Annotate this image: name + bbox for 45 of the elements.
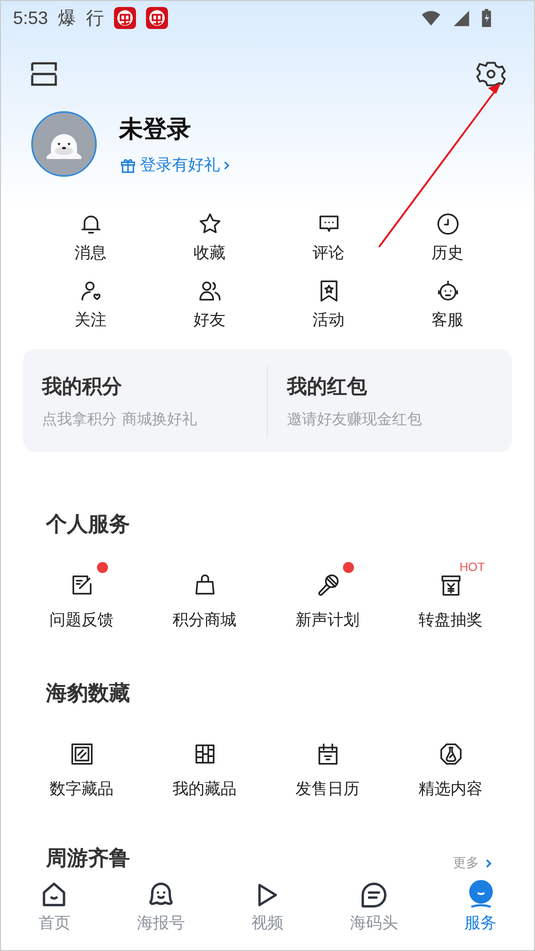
gift-icon [119, 156, 137, 174]
card-subtitle: 邀请好友赚现金红包 [287, 410, 423, 428]
quick-action[interactable]: 活动 [269, 278, 388, 331]
quick-action[interactable]: 历史 [388, 211, 507, 264]
clock-icon [434, 211, 460, 237]
scan-icon[interactable] [29, 59, 59, 89]
hot-label: HOT [460, 560, 485, 574]
notification-glyph: 行 [86, 7, 104, 30]
quick-action[interactable]: 收藏 [150, 211, 269, 264]
service-item[interactable]: 转盘抽奖 [418, 572, 482, 631]
card-title[interactable]: 我的积分 [42, 372, 267, 400]
quick-action[interactable]: 消息 [31, 211, 150, 264]
service-item[interactable]: 精选内容 [418, 741, 482, 800]
app-notification-icon [114, 7, 136, 29]
service-item[interactable]: 问题反馈 [50, 572, 114, 631]
section-title: 海豹数藏 [46, 680, 131, 707]
user-name: 未登录 [119, 114, 192, 144]
app-notification-icon [146, 7, 168, 29]
nav-tab[interactable]: 服务 [427, 880, 534, 946]
chevron-icon [223, 160, 230, 170]
service-item[interactable]: 积分商城 [172, 572, 236, 631]
quick-action[interactable]: 客服 [388, 278, 507, 331]
section-title: 周游齐鲁 [46, 845, 130, 872]
settings-icon[interactable] [476, 59, 506, 89]
quick-action[interactable]: 评论 [269, 211, 388, 264]
frame-icon [68, 741, 94, 767]
service-item[interactable]: 发售日历 [296, 741, 360, 800]
wifi-icon [421, 9, 441, 27]
status-time: 5:53 [13, 8, 48, 28]
section-title: 个人服务 [46, 511, 131, 538]
service-item[interactable]: 数字藏品 [50, 741, 114, 800]
chat-icon [359, 880, 390, 910]
card-subtitle: 点我拿积分 商城换好礼 [42, 410, 198, 428]
seal-avatar-icon[interactable] [31, 111, 97, 177]
hexagon-vase-icon [438, 741, 464, 767]
login-link[interactable]: 登录有好礼 [119, 154, 230, 176]
notification-glyph: 爆 [58, 7, 76, 30]
signal-icon [451, 9, 471, 27]
service-item[interactable]: 我的藏品 [172, 741, 236, 800]
service-item[interactable]: 新声计划 [296, 572, 360, 631]
chevron-icon [485, 858, 492, 868]
battery-icon [481, 9, 492, 27]
quick-action[interactable]: 好友 [150, 278, 269, 331]
card-title[interactable]: 我的红包 [287, 372, 512, 400]
quick-action[interactable]: 关注 [31, 278, 150, 331]
